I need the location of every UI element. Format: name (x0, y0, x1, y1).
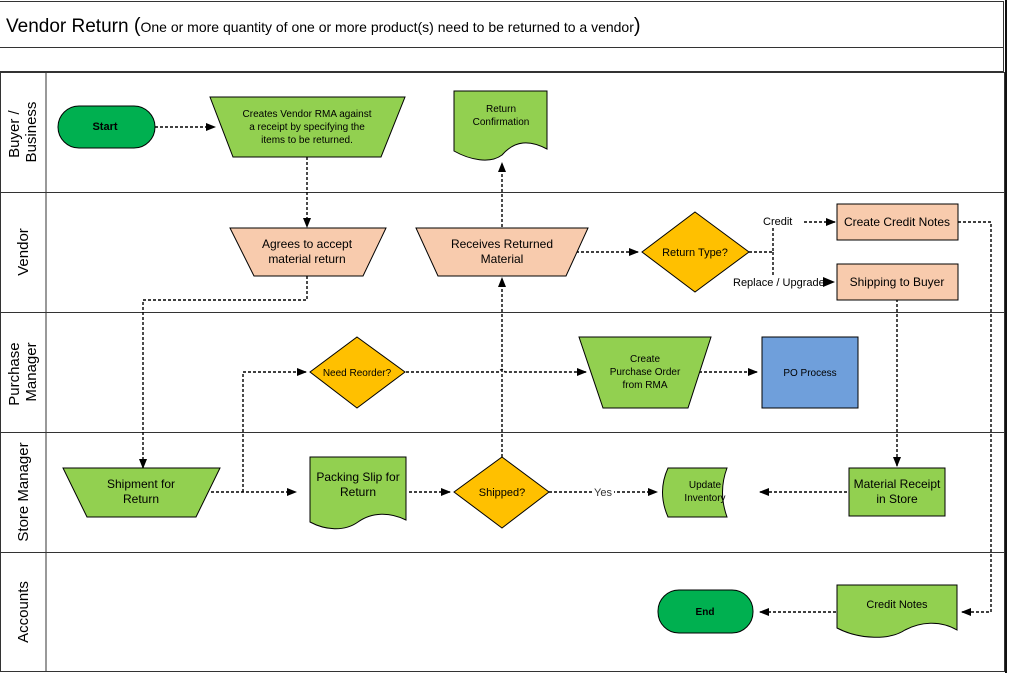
node-credit-notes-label: Credit Notes (866, 599, 928, 611)
lane-label-vendor: Vendor (15, 228, 32, 276)
node-packing-slip-line: Return (340, 485, 376, 499)
node-return-confirmation-line: Return (486, 104, 516, 115)
node-end-label: End (696, 607, 715, 618)
node-start[interactable]: Start (57, 105, 156, 149)
node-shipping-to-buyer[interactable]: Shipping to Buyer (836, 263, 959, 301)
node-create-credit-notes[interactable]: Create Credit Notes (836, 203, 959, 241)
node-agrees-line: material return (268, 252, 345, 266)
node-shipping-to-buyer-label: Shipping to Buyer (850, 275, 945, 289)
node-create-po-line: Create (630, 354, 660, 365)
edge-label-replace-upgrade: Replace / Upgrade (733, 277, 825, 289)
node-material-receipt-line: in Store (876, 492, 918, 506)
lane-label-line: Manager (23, 342, 40, 401)
node-po-process-label: PO Process (783, 368, 836, 379)
edge-agrees-to-shipment (139, 276, 308, 469)
node-receives-returned-material[interactable]: Receives Returned Material (415, 227, 589, 277)
arrowhead-replace-upgrade (823, 277, 835, 287)
node-po-process[interactable]: PO Process (761, 336, 859, 409)
lane-buyer: Buyer / Business (6, 102, 40, 163)
lane-label-line: Business (23, 102, 40, 163)
node-shipment-line: Shipment for (107, 477, 175, 491)
lane-label-line: Buyer / (6, 109, 23, 157)
edge-label-yes: Yes (594, 487, 612, 499)
node-create-rma-line: Creates Vendor RMA against (243, 109, 372, 120)
node-end[interactable]: End (657, 589, 754, 634)
lane-label-purchase-manager: Purchase Manager (6, 338, 40, 406)
node-return-confirmation-line: Confirmation (473, 117, 530, 128)
node-need-reorder-label: Need Reorder? (323, 368, 392, 379)
swimlane-diagram: Buyer / Business Vendor Purchase Manager… (0, 0, 1007, 673)
lane-accounts: Accounts (15, 581, 32, 643)
node-need-reorder-decision[interactable]: Need Reorder? (309, 336, 406, 409)
node-material-receipt[interactable]: Material Receipt in Store (848, 467, 946, 517)
node-packing-slip[interactable]: Packing Slip for Return (309, 456, 407, 530)
lane-label-buyer: Buyer / Business (6, 102, 40, 163)
node-receives-line: Receives Returned (451, 237, 553, 251)
lane-vendor: Vendor (15, 228, 32, 276)
node-agrees-line: Agrees to accept (262, 237, 353, 251)
node-create-rma-line: items to be returned. (261, 135, 353, 146)
node-shipment-for-return[interactable]: Shipment for Return (62, 467, 221, 518)
node-return-type-label: Return Type? (662, 247, 728, 259)
lane-store-manager: Store Manager (15, 442, 32, 541)
lane-label-line: Purchase (6, 342, 23, 405)
edge-need-reorder-to-create-po (401, 368, 587, 376)
node-return-confirmation[interactable]: Return Confirmation (453, 90, 548, 161)
node-create-rma-line: a receipt by specifying the (249, 122, 365, 133)
node-start-label: Start (92, 121, 117, 133)
node-create-po-line: from RMA (623, 380, 668, 391)
node-credit-notes[interactable]: Credit Notes (836, 584, 958, 638)
node-create-po-line: Purchase Order (610, 367, 681, 378)
node-update-inventory-line: Update (689, 480, 722, 491)
node-update-inventory[interactable]: Update Inventory (662, 467, 728, 518)
lane-label-store-manager: Store Manager (15, 442, 32, 541)
node-shipped-decision[interactable]: Shipped? (453, 456, 550, 529)
node-receives-line: Material (481, 252, 524, 266)
node-create-credit-notes-label: Create Credit Notes (844, 215, 950, 229)
edge-create-credit-notes-to-credit-notes (958, 221, 992, 616)
node-create-rma[interactable]: Creates Vendor RMA against a receipt by … (209, 96, 406, 158)
edge-label-credit: Credit (763, 216, 792, 228)
lane-purchase-manager: Purchase Manager (6, 338, 40, 406)
node-material-receipt-line: Material Receipt (854, 477, 941, 491)
node-create-purchase-order[interactable]: Create Purchase Order from RMA (578, 336, 712, 409)
node-packing-slip-line: Packing Slip for (316, 470, 399, 484)
node-agrees-to-accept[interactable]: Agrees to accept material return (229, 227, 387, 277)
node-shipped-label: Shipped? (479, 487, 526, 499)
node-shipment-line: Return (123, 492, 159, 506)
lane-label-accounts: Accounts (15, 581, 32, 643)
node-update-inventory-line: Inventory (684, 493, 725, 504)
